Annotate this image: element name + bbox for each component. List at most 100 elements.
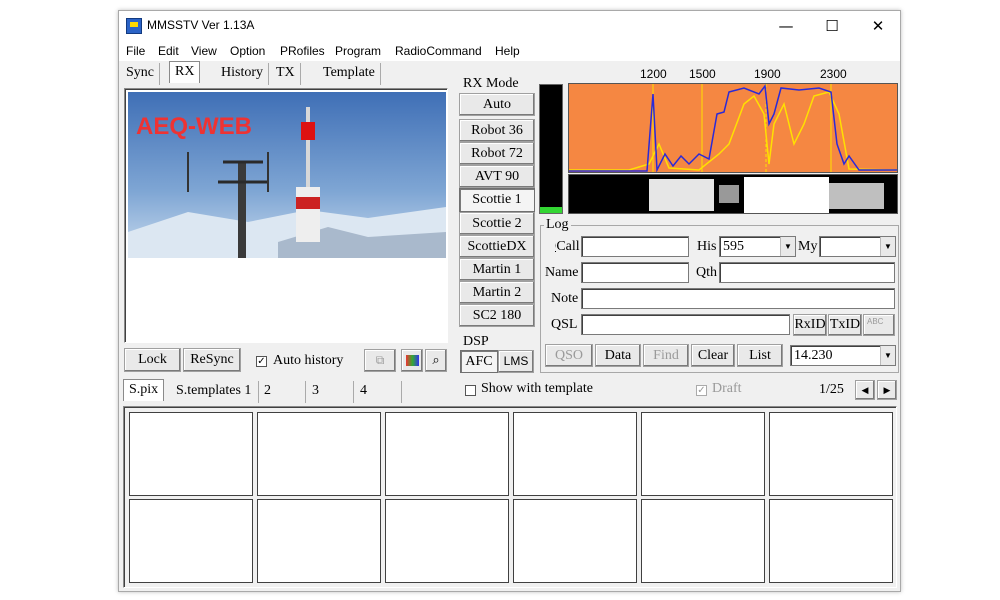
resync-button[interactable]: ReSync [183,348,241,372]
tab-3[interactable]: 3 [307,381,354,403]
qth-input[interactable] [719,262,895,283]
title-bar: MMSSTV Ver 1.13A — ☐ ✕ [119,11,900,41]
afc-button[interactable]: AFC [460,350,498,373]
main-window: MMSSTV Ver 1.13A — ☐ ✕ File Edit View Op… [118,10,901,592]
menu-file[interactable]: File [126,44,145,58]
rxid-button[interactable]: RxID [793,314,827,336]
name-label: Name [545,265,579,280]
mode-auto-button[interactable]: Auto [459,93,535,116]
prev-page-button[interactable]: ◀ [855,380,875,400]
menu-help[interactable]: Help [495,44,520,58]
freq-label-1200: 1200 [640,67,667,81]
history-slot[interactable] [641,412,765,496]
window-title: MMSSTV Ver 1.13A [147,18,255,32]
tab-history[interactable]: History [216,63,269,85]
palette-icon [406,355,419,366]
auto-history-checkbox[interactable]: ✓ [256,356,267,367]
tab-4[interactable]: 4 [355,381,402,403]
history-slot[interactable] [769,499,893,583]
level-meter [539,84,563,214]
history-grid [123,406,897,588]
freq-label-1900: 1900 [754,67,781,81]
mode-robot72-button[interactable]: Robot 72 [459,142,535,165]
note-input[interactable] [581,288,895,309]
rx-image: AEQ-WEB [128,92,446,258]
history-slot[interactable] [129,412,253,496]
show-with-template-checkbox[interactable] [465,385,476,396]
history-slot[interactable] [257,412,381,496]
qso-button[interactable]: QSO [545,344,593,367]
lock-button[interactable]: Lock [124,348,181,372]
data-button[interactable]: Data [595,344,641,367]
freq-label-1500: 1500 [689,67,716,81]
tab-sync[interactable]: Sync [121,63,160,85]
history-slot[interactable] [385,499,509,583]
note-label: Note [551,291,579,306]
history-slot[interactable] [257,499,381,583]
tab-2[interactable]: 2 [259,381,306,403]
find-button[interactable]: Find [643,344,689,367]
lms-button[interactable]: LMS [498,350,534,373]
clear-button[interactable]: Clear [691,344,735,367]
tab-tx[interactable]: TX [271,63,301,85]
history-slot[interactable] [385,412,509,496]
my-select[interactable]: ▼ [819,236,896,257]
log-label: Log [544,217,571,233]
call-label: CCall [555,239,580,254]
qsl-input[interactable] [581,314,790,335]
chevron-down-icon: ▼ [780,237,795,256]
mode-avt90-button[interactable]: AVT 90 [459,165,535,188]
his-select[interactable]: 595 ▼ [719,236,796,257]
mode-sc2-180-button[interactable]: SC2 180 [459,304,535,327]
menu-edit[interactable]: Edit [158,44,179,58]
waterfall-display [568,174,898,214]
tab-spix[interactable]: S.pix [123,379,165,401]
mode-scottiedx-button[interactable]: ScottieDX [459,235,535,258]
rx-mode-label: RX Mode [463,76,519,91]
close-button[interactable]: ✕ [855,11,900,41]
mode-martin1-button[interactable]: Martin 1 [459,258,535,281]
history-slot[interactable] [513,412,637,496]
menu-profiles[interactable]: PRofiles [280,44,325,58]
history-slot[interactable] [129,499,253,583]
txid-button[interactable]: TxID [828,314,862,336]
mode-robot36-button[interactable]: Robot 36 [459,119,535,142]
mode-scottie1-button[interactable]: Scottie 1 [459,188,535,212]
chevron-down-icon: ▼ [880,237,895,256]
history-slot[interactable] [769,412,893,496]
zoom-icon[interactable]: ⌕ [425,349,447,372]
draft-label: Draft [712,381,742,396]
mode-scottie2-button[interactable]: Scottie 2 [459,212,535,235]
dsp-label: DSP [463,334,489,349]
level-meter-fill [540,207,562,213]
auto-history-label: Auto history [273,353,344,368]
my-label: My [798,239,818,254]
minimize-button[interactable]: — [763,11,809,41]
tab-template[interactable]: Template [318,63,381,85]
spectrum-display [568,83,898,173]
next-page-button[interactable]: ▶ [877,380,897,400]
abc-icon[interactable]: ABC [863,314,895,336]
qth-label: Qth [696,265,717,280]
call-input[interactable] [581,236,689,257]
list-button[interactable]: List [737,344,783,367]
color-picture-icon[interactable] [401,349,423,372]
copy-icon[interactable]: ⧉ [364,349,396,372]
menu-program[interactable]: Program [335,44,381,58]
menu-bar: File Edit View Option PRofiles Program R… [119,41,900,61]
frequency-select[interactable]: 14.230 ▼ [790,345,896,366]
history-slot[interactable] [641,499,765,583]
menu-option[interactable]: Option [230,44,265,58]
his-label: His [697,239,717,254]
mode-martin2-button[interactable]: Martin 2 [459,281,535,304]
name-input[interactable] [581,262,689,283]
draft-checkbox[interactable]: ✓ [696,385,707,396]
tab-stemplates-1[interactable]: S.templates 1 [171,381,259,403]
menu-view[interactable]: View [191,44,217,58]
menu-radiocommand[interactable]: RadioCommand [395,44,482,58]
history-slot[interactable] [513,499,637,583]
maximize-button[interactable]: ☐ [809,11,855,41]
show-with-template-label: Show with template [481,381,593,396]
tab-rx[interactable]: RX [169,61,201,83]
rx-image-overlay-text: AEQ-WEB [136,113,252,140]
